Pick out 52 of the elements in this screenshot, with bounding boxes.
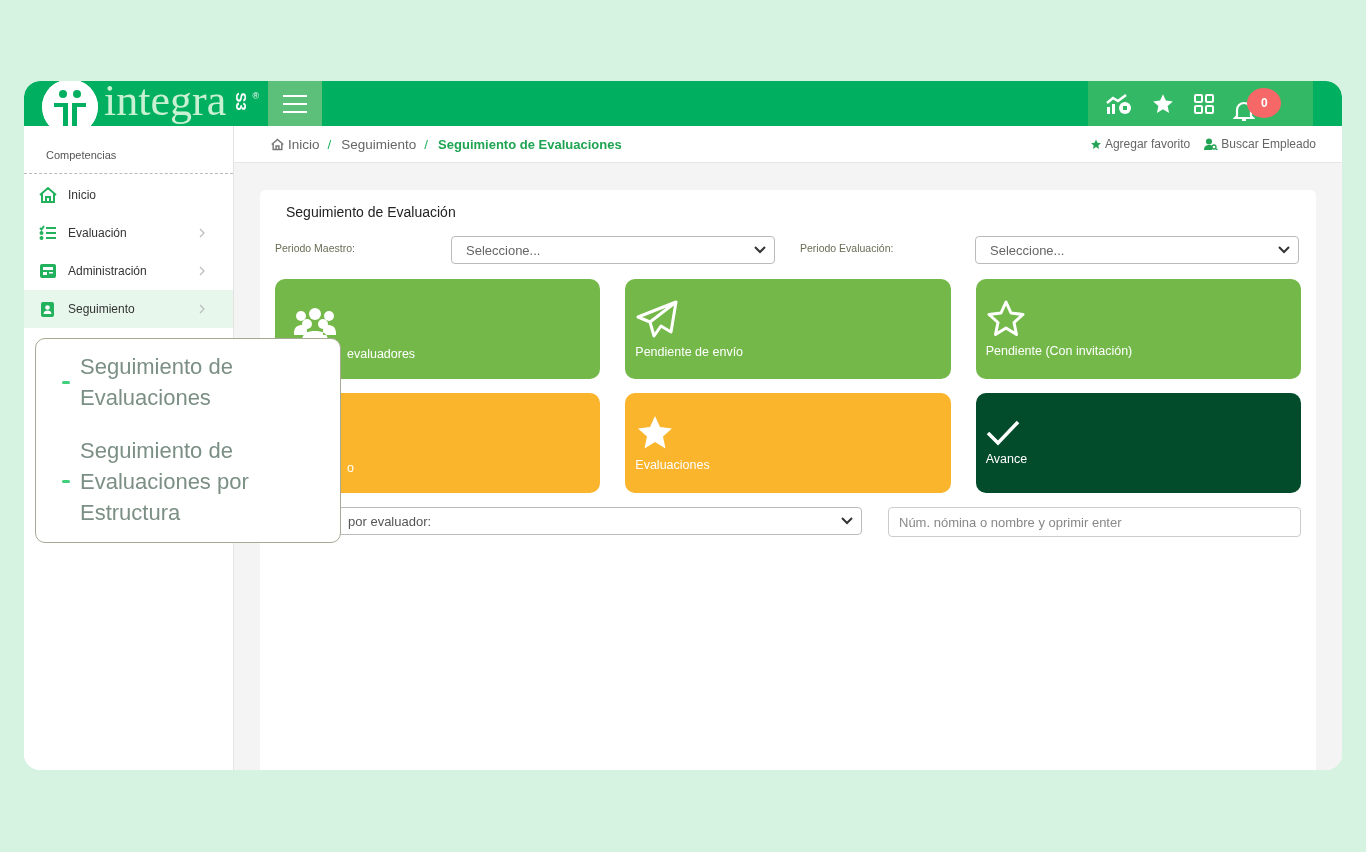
registered-mark: ® — [252, 91, 260, 101]
chart-growth-icon — [1105, 92, 1132, 115]
breadcrumb-link[interactable]: Seguimiento de Evaluaciones — [438, 136, 622, 152]
grid-icon — [1194, 93, 1215, 114]
chart-growth-button[interactable] — [1105, 92, 1132, 115]
search-employee-link[interactable]: Buscar Empleado — [1204, 137, 1316, 151]
tile-label: o — [347, 461, 354, 475]
tile-label: Evaluaciones — [635, 458, 710, 472]
chevron-down-icon — [754, 246, 766, 254]
bell-icon — [1233, 99, 1256, 122]
breadcrumb-separator: / — [327, 136, 332, 152]
tile-label: Avance — [985, 452, 1028, 466]
check-icon — [985, 420, 1020, 446]
home-icon — [38, 186, 58, 204]
apps-button[interactable] — [1194, 93, 1215, 114]
sidebar-item[interactable]: Administración — [24, 252, 233, 290]
sidebar-item[interactable]: Seguimiento — [24, 290, 233, 328]
user-search-icon — [1204, 138, 1219, 150]
notification-count-badge: 0 — [1247, 87, 1282, 118]
tile-label: Pendiente (Con invitación) — [985, 344, 1133, 358]
menu-toggle-button[interactable] — [268, 81, 322, 126]
menu-icon — [283, 94, 307, 113]
sidebar-item[interactable]: Inicio — [24, 176, 233, 214]
select-field[interactable]: Seleccione... — [451, 236, 775, 264]
checklist-icon — [39, 225, 57, 241]
chevron-down-icon — [841, 517, 853, 525]
summary-tile[interactable]: Avance — [975, 393, 1301, 493]
newspaper-icon — [39, 263, 57, 279]
star-icon — [1089, 138, 1102, 150]
tile-label: evaluadores — [347, 347, 416, 361]
tile-label: Pendiente de envío — [635, 345, 744, 359]
search-field[interactable]: Núm. nómina o nombre y oprimir enter — [888, 507, 1301, 537]
favorites-button[interactable] — [1150, 92, 1175, 115]
bullet-dash-icon — [62, 380, 70, 384]
section-heading: Competencias — [24, 126, 233, 174]
logo-suffix: S3 — [232, 92, 250, 111]
star-outline-icon — [985, 300, 1026, 338]
filter-label: Periodo Evaluación: — [799, 241, 895, 254]
filter-label: Periodo Maestro: — [275, 241, 356, 254]
card-title: Seguimiento de Evaluación — [286, 204, 457, 220]
home-icon — [270, 137, 285, 151]
breadcrumb-link[interactable]: Inicio — [270, 136, 320, 152]
add-favorite-link[interactable]: Agregar favorito — [1089, 137, 1191, 151]
breadcrumb-link[interactable]: Seguimiento — [341, 136, 417, 152]
select-field[interactable]: Seleccione... — [975, 236, 1299, 264]
bullet-dash-icon — [62, 480, 70, 483]
star-icon — [1150, 92, 1175, 115]
paper-plane-icon — [635, 299, 680, 339]
breadcrumb-separator: / — [424, 136, 429, 152]
chevron-down-icon — [1278, 246, 1290, 254]
contact-book-icon — [40, 300, 56, 318]
sidebar-item[interactable]: Evaluación — [24, 214, 233, 252]
